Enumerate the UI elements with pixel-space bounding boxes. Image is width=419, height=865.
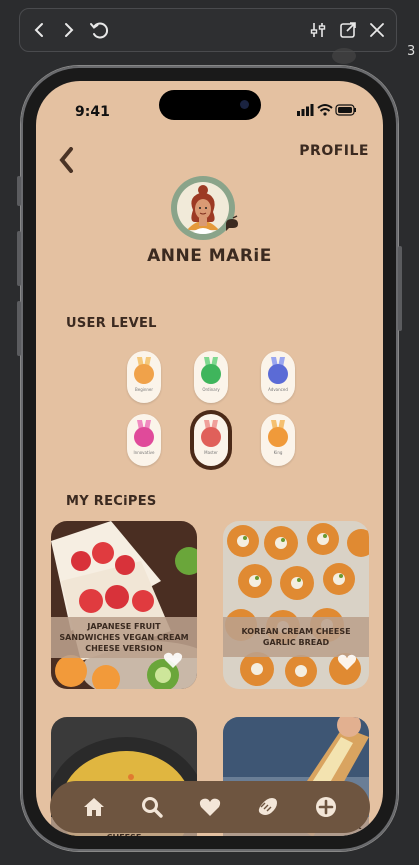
sliders-icon[interactable] — [307, 19, 329, 41]
level-badge-king[interactable]: King — [261, 414, 295, 466]
search-icon[interactable] — [140, 795, 164, 819]
level-badge-innovative[interactable]: Innovative — [127, 414, 161, 466]
level-badge-master[interactable]: Master — [194, 414, 228, 466]
volume-down-button — [17, 301, 21, 356]
chevron-left-icon[interactable] — [28, 19, 50, 41]
level-badge-advanced[interactable]: Advanced — [261, 351, 295, 403]
recipe-card[interactable]: KOREAN CREAM CHEESE GARLIC BREAD — [223, 521, 369, 689]
dynamic-island — [159, 90, 261, 120]
level-badge-beginner[interactable]: Beginner — [127, 351, 161, 403]
mute-switch — [17, 176, 21, 206]
badge-label: Advanced — [268, 387, 288, 392]
recipe-card[interactable]: JAPANESE FRUIT SANDWICHES VEGAN CREAM CH… — [51, 521, 197, 689]
back-button[interactable] — [58, 146, 74, 181]
status-icons — [297, 104, 356, 116]
level-badge-ordinary[interactable]: Ordinary — [194, 351, 228, 403]
bottom-nav — [50, 781, 370, 833]
volume-up-button — [17, 231, 21, 286]
chevron-left-icon — [59, 147, 73, 173]
phone-frame: 9:41 PROFILE ANNE MARiE USER LEVEL Begin… — [17, 66, 402, 851]
heart-icon[interactable] — [163, 651, 183, 669]
edge-text: 3 — [407, 44, 416, 59]
browser-toolbar — [19, 8, 397, 52]
my-recipes-title: MY RECiPES — [66, 494, 157, 509]
app-screen: 9:41 PROFILE ANNE MARiE USER LEVEL Begin… — [36, 81, 383, 836]
user-name: ANNE MARiE — [147, 246, 272, 266]
external-link-icon[interactable] — [337, 19, 359, 41]
badge-label: Ordinary — [202, 387, 220, 392]
status-time: 9:41 — [75, 104, 110, 120]
plus-circle-icon[interactable] — [314, 795, 338, 819]
refresh-icon[interactable] — [88, 19, 110, 41]
badge-label: Innovative — [133, 450, 155, 455]
close-icon[interactable] — [366, 19, 388, 41]
badge-label: King — [273, 450, 283, 455]
power-button — [398, 246, 402, 331]
chevron-right-icon[interactable] — [58, 19, 80, 41]
badge-label: Beginner — [134, 387, 154, 392]
home-icon[interactable] — [82, 795, 106, 819]
recipe-title: KOREAN CREAM CHEESE GARLIC BREAD — [223, 617, 369, 657]
bread-icon[interactable] — [256, 795, 280, 819]
heart-icon[interactable] — [198, 795, 222, 819]
badge-label: Master — [204, 450, 218, 455]
profile-link[interactable]: PROFILE — [299, 143, 369, 159]
edge-avatar — [332, 48, 356, 64]
user-level-title: USER LEVEL — [66, 316, 157, 331]
chat-icon[interactable] — [224, 215, 240, 233]
heart-icon[interactable] — [337, 653, 357, 671]
